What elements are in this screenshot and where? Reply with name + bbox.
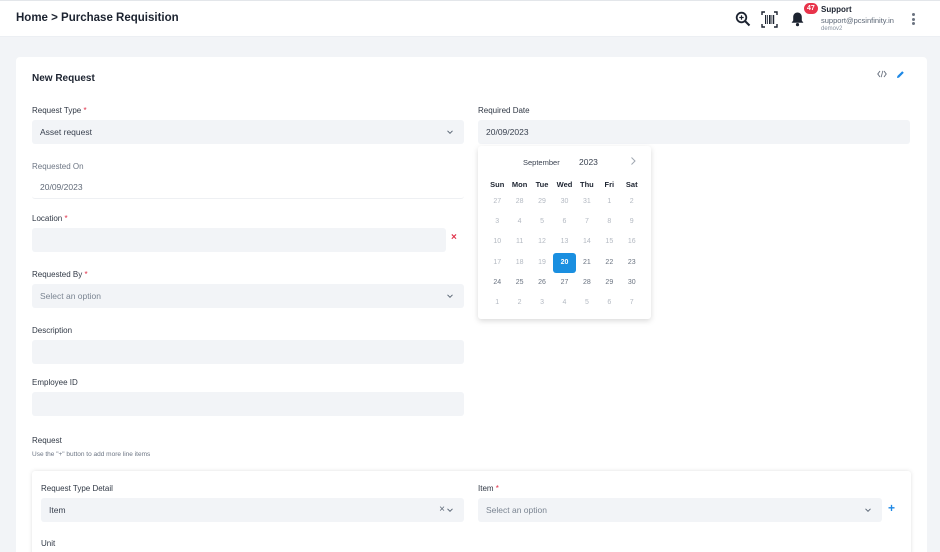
chevron-down-icon	[865, 508, 871, 513]
request-type-label: Request Type *	[32, 106, 87, 115]
request-type-detail-select[interactable]: Item ×	[41, 498, 464, 522]
datepicker-day[interactable]: 27	[553, 273, 575, 293]
weekday-header: Sat	[625, 180, 638, 189]
datepicker-day: 2	[517, 298, 522, 306]
edit-pencil-icon[interactable]	[896, 70, 905, 81]
top-bar: Home > Purchase Requisition 47 Support s…	[0, 0, 940, 37]
datepicker-day[interactable]: 24	[486, 273, 508, 293]
datepicker-day: 13	[560, 238, 569, 246]
description-input[interactable]	[32, 340, 464, 364]
requested-on-label: Requested On	[32, 162, 84, 171]
location-label: Location *	[32, 214, 68, 223]
notification-count-badge: 47	[804, 3, 818, 14]
weekday-header: Thu	[580, 180, 594, 189]
datepicker-day: 14	[583, 238, 591, 246]
requested-on-field: 20/09/2023	[32, 175, 464, 199]
datepicker-year[interactable]: 2023	[579, 157, 598, 167]
request-section-hint: Use the "+" button to add more line item…	[32, 451, 151, 458]
datepicker-day: 5	[540, 218, 544, 226]
datepicker-day[interactable]: 28	[576, 273, 598, 293]
chevron-down-icon	[447, 508, 453, 513]
datepicker-popup: September 2023 Sun Mon Tue Wed Thu Fri Sat 27 28…	[478, 146, 651, 319]
requested-by-select[interactable]: Select an option	[32, 284, 464, 308]
datepicker-day[interactable]: 29	[598, 273, 620, 293]
datepicker-day[interactable]: 22	[598, 253, 620, 273]
kebab-menu-icon[interactable]	[910, 13, 916, 27]
weekday-header: Wed	[556, 180, 573, 189]
new-request-card: New Request Request Type * Asset request…	[16, 57, 927, 552]
datepicker-day: 10	[493, 238, 502, 246]
request-type-select[interactable]: Asset request	[32, 120, 464, 144]
description-label: Description	[32, 326, 73, 335]
user-org: demov2	[821, 26, 843, 32]
request-section-label: Request	[32, 436, 62, 445]
datepicker-day: 1	[495, 298, 500, 306]
datepicker-day: 6	[562, 218, 567, 226]
required-date-input[interactable]: 20/09/2023	[478, 120, 910, 144]
datepicker-day: 15	[605, 238, 614, 246]
chevron-right-icon[interactable]	[629, 156, 637, 166]
datepicker-day: 3	[540, 298, 544, 306]
datepicker-day: 19	[538, 258, 546, 266]
datepicker-day: 12	[538, 238, 546, 246]
code-icon[interactable]	[877, 70, 887, 80]
breadcrumb: Home > Purchase Requisition	[16, 12, 179, 24]
datepicker-day: 7	[584, 218, 589, 226]
requested-by-label: Requested By *	[32, 270, 88, 279]
location-input[interactable]	[32, 228, 446, 252]
chevron-down-icon	[447, 130, 453, 135]
datepicker-day: 8	[607, 218, 612, 226]
chevron-down-icon	[447, 294, 453, 299]
datepicker-day: 31	[583, 198, 591, 205]
datepicker-day: 17	[493, 258, 502, 266]
datepicker-day[interactable]: 26	[531, 273, 553, 293]
add-line-item-button[interactable]: +	[888, 501, 895, 515]
required-date-label: Required Date	[478, 106, 530, 115]
datepicker-day: 16	[627, 238, 636, 246]
employee-id-input[interactable]	[32, 392, 464, 416]
clear-icon[interactable]: ×	[451, 232, 457, 243]
unit-label: Unit	[41, 539, 56, 548]
weekday-header: Sun	[490, 180, 505, 189]
item-label: Item *	[478, 484, 499, 493]
datepicker-day[interactable]: 23	[621, 253, 643, 273]
barcode-icon[interactable]	[760, 10, 778, 28]
weekday-header: Fri	[604, 180, 615, 189]
employee-id-label: Employee ID	[32, 378, 78, 387]
datepicker-day: 18	[515, 258, 524, 266]
datepicker-day[interactable]: 25	[508, 273, 530, 293]
datepicker-day[interactable]: 21	[576, 253, 598, 273]
datepicker-day: 11	[515, 238, 524, 246]
datepicker-month[interactable]: September	[523, 158, 560, 167]
user-name: Support	[821, 5, 852, 14]
search-zoom-icon[interactable]	[734, 10, 752, 28]
item-select[interactable]: Select an option	[478, 498, 882, 522]
datepicker-day: 5	[584, 298, 589, 306]
datepicker-day: 30	[560, 198, 569, 205]
datepicker-day: 29	[538, 198, 546, 205]
datepicker-day: 9	[629, 218, 634, 226]
weekday-header: Tue	[535, 180, 549, 189]
datepicker-day: 28	[515, 198, 524, 205]
datepicker-grid: Sun Mon Tue Wed Thu Fri Sat 27 28 29 30 31 1 2 3 4 5 6 7 8 9…	[486, 180, 643, 313]
weekday-header: Mon	[511, 180, 528, 189]
datepicker-day: 4	[517, 218, 522, 226]
line-item-card: Request Type Detail Item × Item * Select…	[32, 471, 911, 552]
user-email: support@pcsinfinity.in	[821, 16, 894, 25]
datepicker-day: 6	[607, 298, 612, 306]
datepicker-day[interactable]: 30	[621, 273, 643, 293]
datepicker-day: 3	[495, 218, 500, 226]
bell-icon[interactable]	[788, 10, 806, 28]
datepicker-day-selected[interactable]: 20	[553, 252, 576, 273]
page-title: New Request	[32, 73, 95, 84]
datepicker-day: 7	[629, 298, 634, 306]
request-type-detail-label: Request Type Detail	[41, 484, 113, 493]
datepicker-day: 2	[629, 198, 634, 205]
datepicker-day: 4	[562, 298, 567, 306]
datepicker-day: 27	[493, 198, 502, 205]
datepicker-day: 1	[607, 198, 612, 205]
